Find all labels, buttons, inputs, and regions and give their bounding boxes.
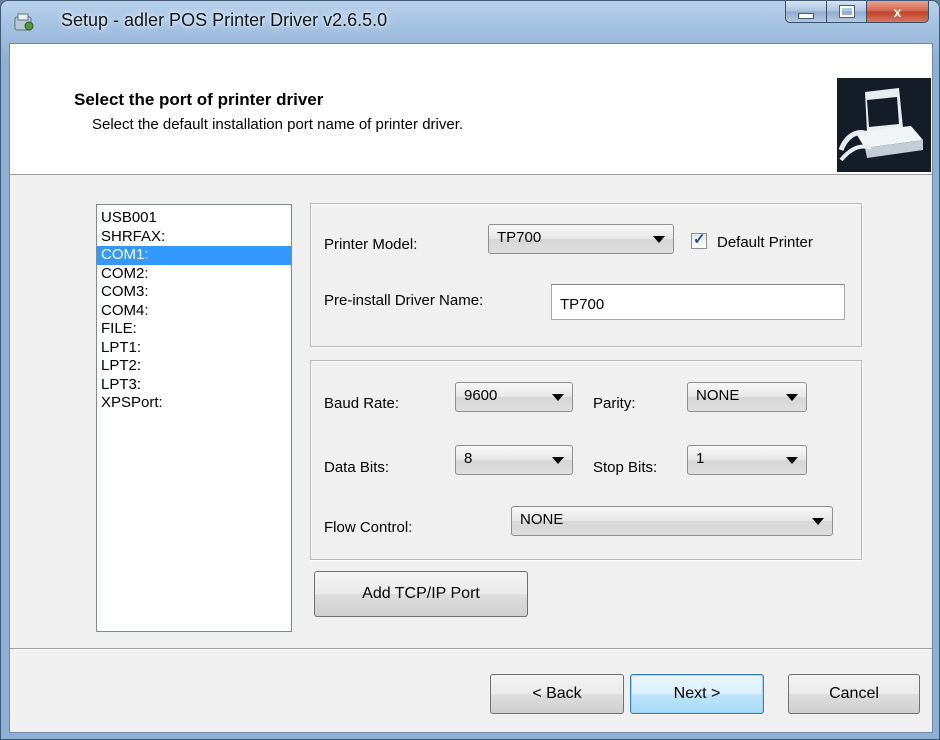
printer-model-value: TP700 (497, 229, 542, 246)
printer-install-icon (837, 78, 931, 172)
data-bits-value: 8 (464, 450, 473, 467)
driver-name-label: Pre-install Driver Name: (324, 292, 484, 309)
baud-rate-label: Baud Rate: (324, 395, 400, 412)
serial-settings-group: Baud Rate: 9600 Parity: NONE Data Bits: … (310, 360, 862, 560)
chevron-down-icon (653, 236, 665, 243)
port-item-com1[interactable]: COM1: (97, 246, 291, 265)
printer-model-dropdown[interactable]: TP700 (488, 224, 674, 254)
minimize-button[interactable] (785, 1, 827, 23)
stop-bits-dropdown[interactable]: 1 (687, 445, 807, 475)
wizard-body: Select the port of printer driver Select… (9, 43, 933, 733)
port-item-com4[interactable]: COM4: (97, 302, 291, 321)
next-button[interactable]: Next > (630, 674, 764, 714)
printer-settings-group: Printer Model: TP700 ✓ Default Printer P… (310, 203, 862, 347)
chevron-down-icon (552, 457, 564, 464)
close-icon: x (893, 3, 902, 20)
parity-value: NONE (696, 387, 740, 404)
stop-bits-value: 1 (696, 450, 705, 467)
flow-control-dropdown[interactable]: NONE (511, 506, 833, 536)
flow-control-value: NONE (520, 511, 564, 528)
footer-divider (10, 648, 932, 650)
setup-icon (14, 13, 34, 31)
port-item-com3[interactable]: COM3: (97, 283, 291, 302)
parity-label: Parity: (593, 395, 636, 412)
wizard-header: Select the port of printer driver Select… (10, 44, 932, 175)
parity-dropdown[interactable]: NONE (687, 382, 807, 412)
add-tcp-ip-port-button[interactable]: Add TCP/IP Port (314, 571, 528, 617)
data-bits-label: Data Bits: (324, 459, 390, 476)
data-bits-dropdown[interactable]: 8 (455, 445, 573, 475)
cancel-button[interactable]: Cancel (788, 674, 920, 714)
checkmark-icon: ✓ (693, 231, 706, 248)
chevron-down-icon (812, 518, 824, 525)
port-item-usb001[interactable]: USB001 (97, 209, 291, 228)
port-item-xpsport[interactable]: XPSPort: (97, 394, 291, 413)
title-bar[interactable]: Setup - adler POS Printer Driver v2.6.5.… (1, 1, 939, 43)
port-item-com2[interactable]: COM2: (97, 265, 291, 284)
page-subtitle: Select the default installation port nam… (92, 116, 464, 133)
stop-bits-label: Stop Bits: (593, 459, 658, 476)
page-title: Select the port of printer driver (74, 90, 324, 109)
port-item-lpt2[interactable]: LPT2: (97, 357, 291, 376)
chevron-down-icon (786, 457, 798, 464)
minimize-icon (798, 12, 814, 19)
close-button[interactable]: x (867, 1, 929, 23)
flow-control-label: Flow Control: (324, 519, 413, 536)
port-item-file[interactable]: FILE: (97, 320, 291, 339)
printer-model-label: Printer Model: (324, 236, 418, 253)
driver-name-input[interactable]: TP700 (551, 284, 845, 320)
port-item-lpt3[interactable]: LPT3: (97, 376, 291, 395)
back-button[interactable]: < Back (490, 674, 624, 714)
port-item-shrfax[interactable]: SHRFAX: (97, 228, 291, 247)
caption-buttons: x (785, 1, 929, 25)
baud-rate-value: 9600 (464, 387, 498, 404)
driver-name-value: TP700 (560, 296, 605, 313)
default-printer-checkbox[interactable]: ✓ (691, 231, 707, 249)
window-title: Setup - adler POS Printer Driver v2.6.5.… (61, 10, 388, 30)
setup-window: Setup - adler POS Printer Driver v2.6.5.… (0, 0, 940, 740)
port-list[interactable]: USB001 SHRFAX: COM1: COM2: COM3: COM4: F… (96, 204, 292, 632)
baud-rate-dropdown[interactable]: 9600 (455, 382, 573, 412)
maximize-button[interactable] (827, 1, 867, 23)
chevron-down-icon (552, 394, 564, 401)
chevron-down-icon (786, 394, 798, 401)
port-item-lpt1[interactable]: LPT1: (97, 339, 291, 358)
default-printer-label: Default Printer (717, 234, 813, 251)
maximize-icon (838, 5, 855, 18)
